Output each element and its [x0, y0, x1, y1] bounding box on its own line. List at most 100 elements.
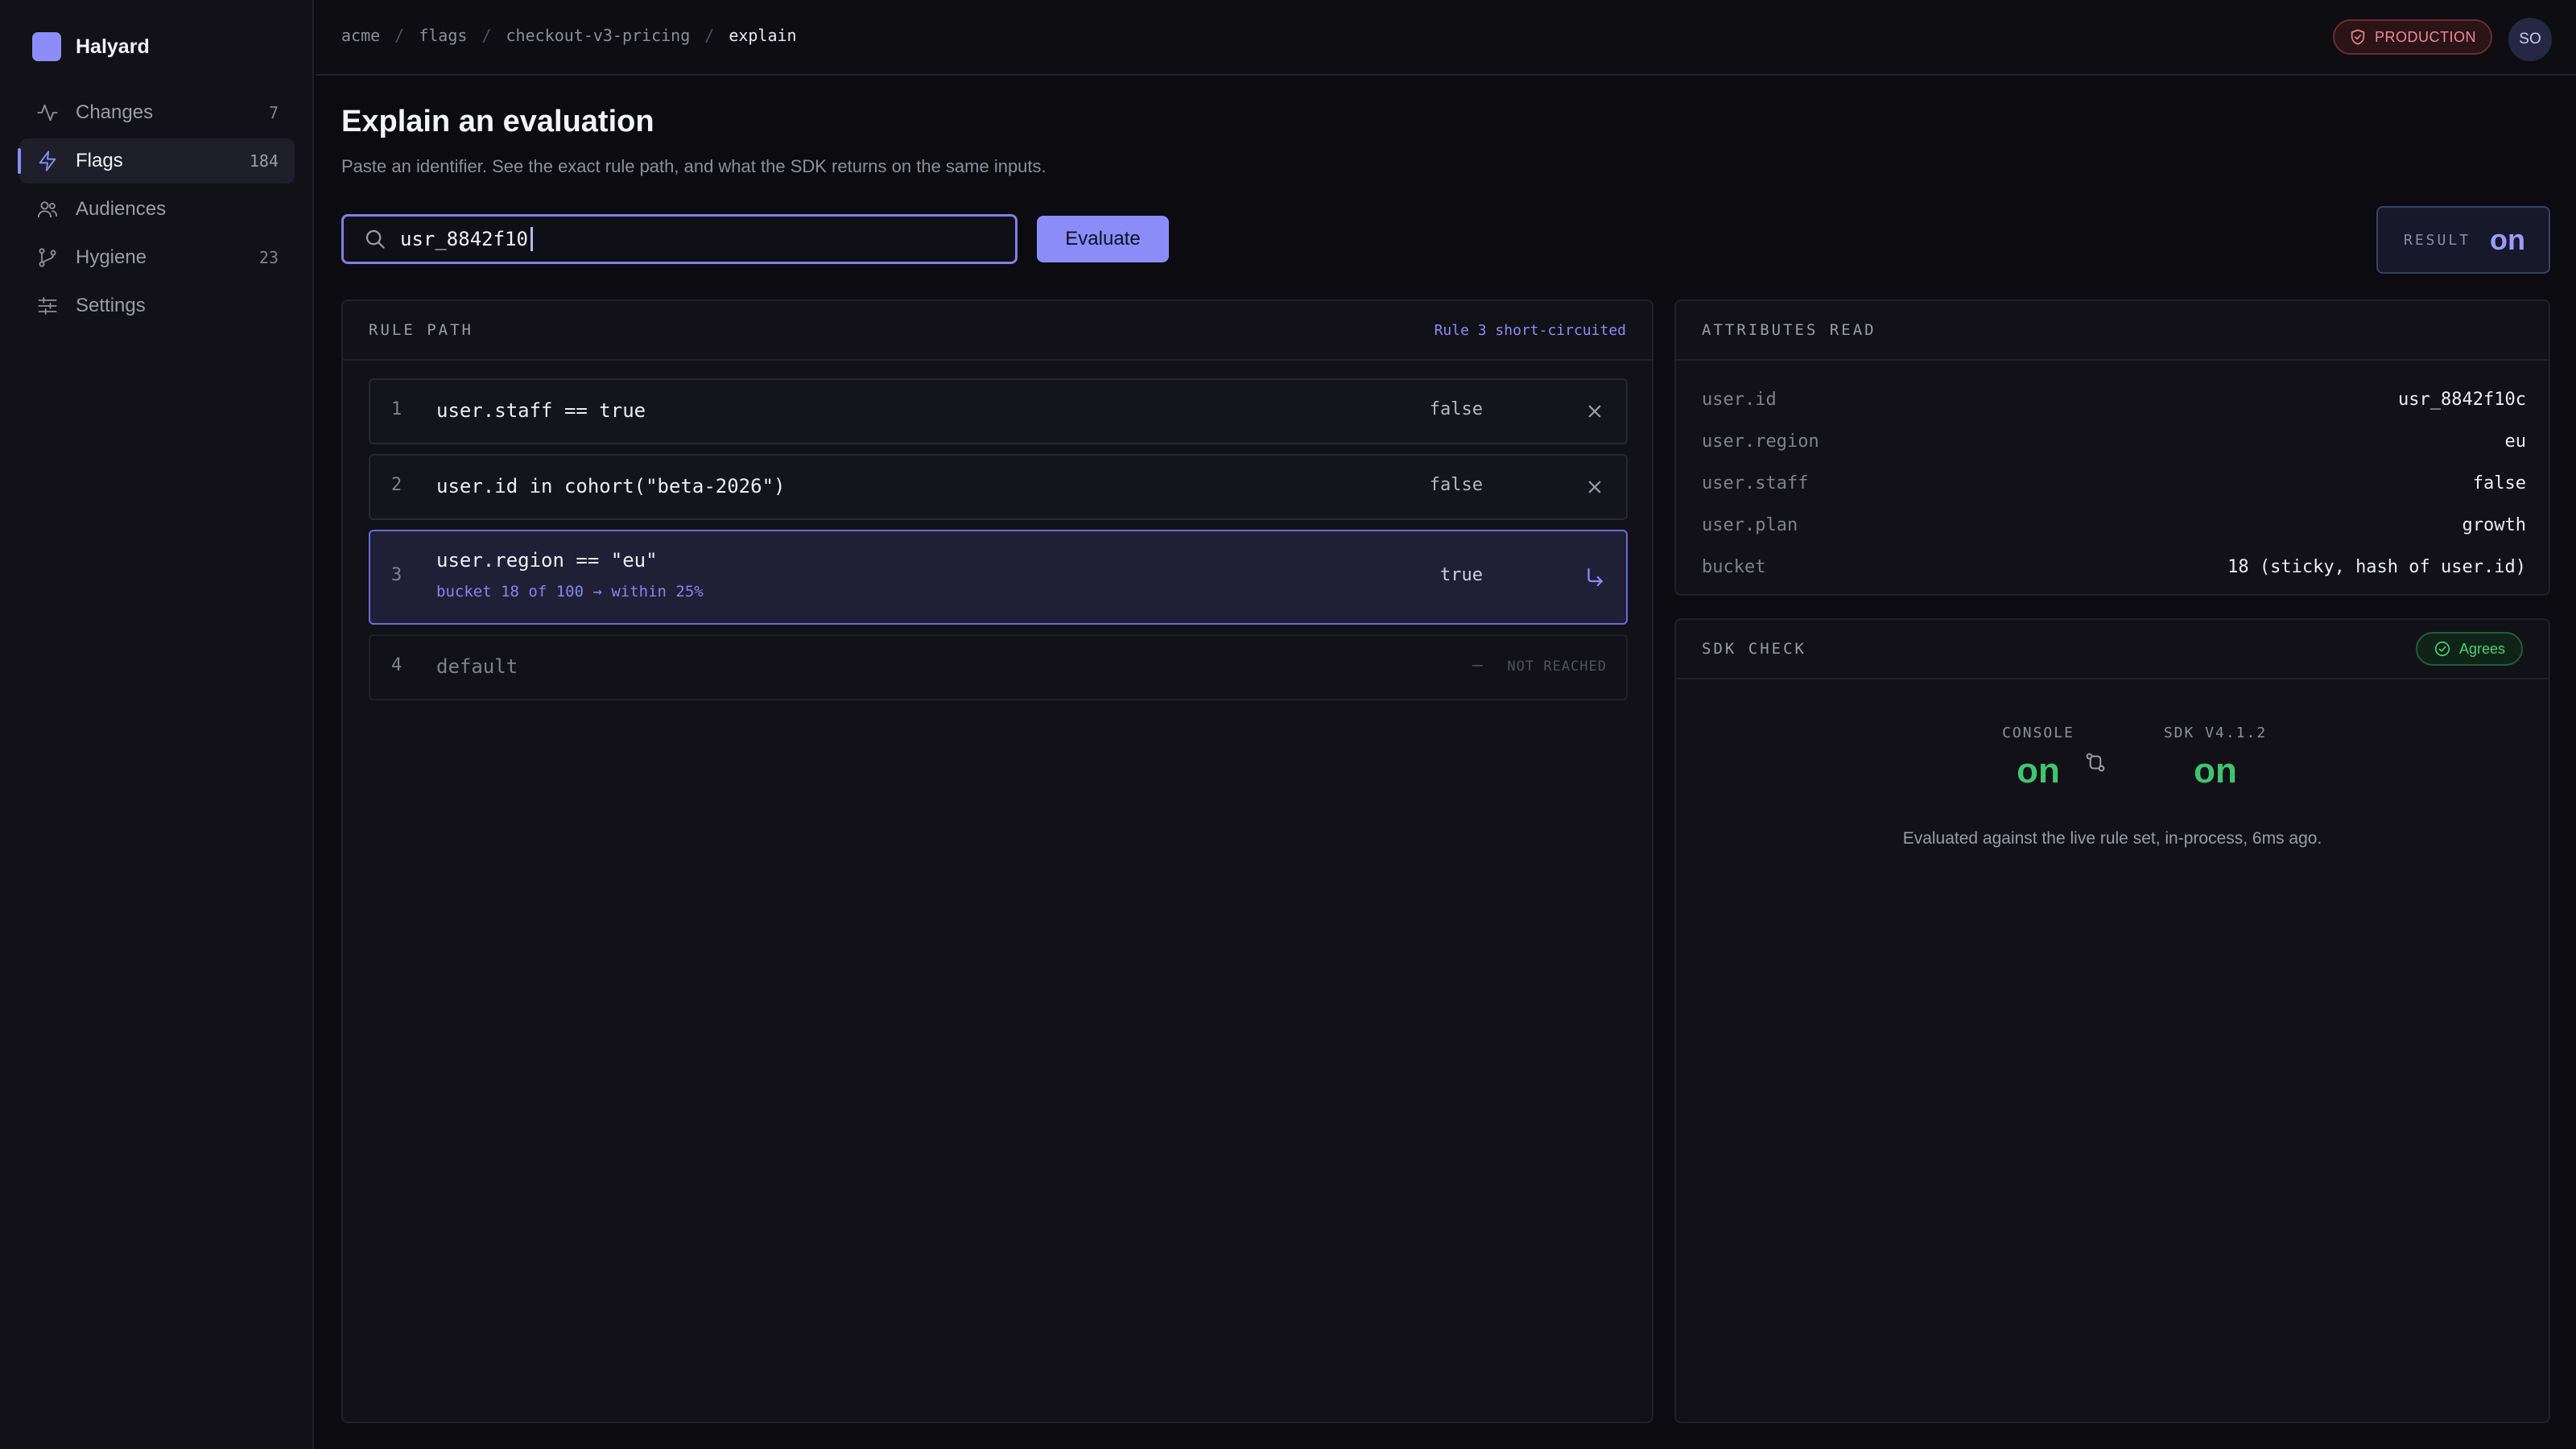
environment-badge[interactable]: PRODUCTION	[2333, 19, 2492, 55]
sidebar-item-count: 23	[258, 248, 279, 267]
rule-number: 3	[391, 565, 402, 585]
topbar: acme / flags / checkout-v3-pricing / exp…	[316, 0, 2576, 76]
sidebar-item-label: Changes	[76, 101, 154, 123]
check-circle-icon	[2434, 641, 2450, 657]
sidebar-item-count: 184	[249, 151, 279, 171]
short-circuit-note: Rule 3 short-circuited	[1434, 321, 1626, 339]
rule-row-matched[interactable]: 3 user.region == "eu" bucket 18 of 100 →…	[369, 530, 1628, 625]
not-reached-label: NOT REACHED	[1507, 658, 1607, 675]
attribute-list: user.id usr_8842f10c user.region eu user…	[1702, 378, 2526, 588]
rule-expression: user.id in cohort("beta-2026")	[436, 475, 786, 497]
sidebar-item-changes[interactable]: Changes 7	[19, 90, 295, 135]
activity-icon	[35, 101, 60, 125]
breadcrumb-flags[interactable]: flags	[419, 26, 467, 45]
sidebar-item-settings[interactable]: Settings	[19, 283, 295, 328]
identifier-input[interactable]	[400, 228, 529, 250]
evaluate-button[interactable]: Evaluate	[1037, 216, 1169, 262]
sidebar: Halyard Changes 7 Flags 184 Audiences Hy…	[0, 0, 314, 1449]
shield-icon	[2351, 29, 2365, 45]
sdk-version-label: SDK V4.1.2	[2163, 724, 2268, 741]
rule-result: —	[1472, 655, 1483, 675]
sidebar-item-hygiene[interactable]: Hygiene 23	[19, 235, 295, 280]
sdk-check-panel: SDK CHECK Agrees CONSOLE on SDK V4.1.2 o…	[1674, 618, 2550, 1423]
attribute-row: user.id usr_8842f10c	[1702, 378, 2526, 420]
attribute-key: bucket	[1702, 556, 1766, 577]
x-icon	[1583, 399, 1607, 423]
attributes-header: ATTRIBUTES READ	[1676, 301, 2549, 361]
attribute-key: user.id	[1702, 389, 1777, 410]
rule-number: 2	[391, 475, 402, 495]
sidebar-item-flags[interactable]: Flags 184	[18, 138, 295, 184]
rule-number: 4	[391, 655, 402, 675]
sidebar-item-label: Flags	[76, 150, 123, 171]
panel-title: SDK CHECK	[1702, 640, 1806, 658]
search-icon	[365, 229, 385, 249]
rule-list: 1 user.staff == true false 2 user.id in …	[369, 378, 1628, 710]
breadcrumb-org[interactable]: acme	[341, 26, 380, 45]
attribute-value: usr_8842f10c	[2398, 389, 2526, 410]
page-title: Explain an evaluation	[341, 105, 654, 138]
x-icon	[1583, 475, 1607, 499]
agrees-badge: Agrees	[2415, 632, 2523, 666]
breadcrumb-separator: /	[481, 26, 492, 45]
rule-result: false	[1429, 475, 1483, 495]
sidebar-item-label: Settings	[76, 295, 146, 316]
sidebar-item-label: Hygiene	[76, 246, 147, 268]
sdk-result: SDK V4.1.2 on	[2135, 724, 2296, 791]
rule-row[interactable]: 2 user.id in cohort("beta-2026") false	[369, 454, 1628, 520]
sidebar-nav: Changes 7 Flags 184 Audiences Hygiene 23	[18, 90, 295, 332]
rule-expression: user.staff == true	[436, 399, 646, 422]
users-icon	[35, 197, 60, 221]
rule-number: 1	[391, 399, 402, 419]
attribute-row: user.staff false	[1702, 462, 2526, 504]
sdk-check-header: SDK CHECK Agrees	[1676, 620, 2549, 679]
breadcrumb: acme / flags / checkout-v3-pricing / exp…	[341, 26, 797, 45]
panel-title: RULE PATH	[369, 321, 473, 339]
breadcrumb-flag[interactable]: checkout-v3-pricing	[506, 26, 690, 45]
sidebar-item-label: Audiences	[76, 198, 167, 220]
result-label: RESULT	[2404, 231, 2471, 249]
result-value: on	[2490, 223, 2526, 256]
attribute-value: 18 (sticky, hash of user.id)	[2227, 556, 2526, 577]
page-subtitle: Paste an identifier. See the exact rule …	[341, 156, 1046, 176]
identifier-search[interactable]	[341, 214, 1018, 264]
panel-title: ATTRIBUTES READ	[1702, 321, 1876, 339]
attribute-key: user.plan	[1702, 514, 1798, 535]
attribute-value: false	[2472, 473, 2526, 493]
attribute-value: eu	[2504, 431, 2527, 452]
text-caret	[530, 227, 533, 251]
rule-result: false	[1429, 399, 1483, 419]
rule-expression: user.region == "eu"	[436, 549, 658, 572]
branch-icon	[35, 246, 60, 270]
sidebar-item-audiences[interactable]: Audiences	[19, 187, 295, 232]
rule-expression: default	[436, 655, 518, 678]
app-name: Halyard	[76, 35, 150, 58]
attribute-key: user.region	[1702, 431, 1819, 452]
attribute-key: user.staff	[1702, 473, 1809, 493]
breadcrumb-separator: /	[394, 26, 405, 45]
rule-path-header: RULE PATH Rule 3 short-circuited	[343, 301, 1652, 361]
app-logo	[32, 32, 61, 61]
attribute-row: user.region eu	[1702, 420, 2526, 462]
sidebar-item-count: 7	[268, 103, 279, 122]
attribute-row: user.plan growth	[1702, 504, 2526, 546]
result-summary: RESULT on	[2376, 206, 2550, 274]
console-label: CONSOLE	[2002, 724, 2074, 741]
rule-bucket-detail: bucket 18 of 100 → within 25%	[436, 583, 704, 601]
compare-icon	[2083, 750, 2107, 774]
return-arrow-icon	[1583, 565, 1607, 589]
rule-row-default[interactable]: 4 default — NOT REACHED	[369, 634, 1628, 700]
bolt-icon	[35, 149, 60, 173]
breadcrumb-separator: /	[704, 26, 715, 45]
attributes-panel: ATTRIBUTES READ user.id usr_8842f10c use…	[1674, 299, 2550, 596]
sdk-value: on	[2194, 751, 2237, 791]
agrees-label: Agrees	[2458, 640, 2505, 657]
rule-row[interactable]: 1 user.staff == true false	[369, 378, 1628, 444]
rule-path-panel: RULE PATH Rule 3 short-circuited 1 user.…	[341, 299, 1653, 1423]
avatar[interactable]: SO	[2508, 18, 2552, 61]
attribute-row: bucket 18 (sticky, hash of user.id)	[1702, 546, 2526, 588]
attribute-value: growth	[2462, 514, 2526, 535]
breadcrumb-current: explain	[729, 26, 797, 45]
brand[interactable]: Halyard	[32, 31, 150, 63]
sliders-icon	[35, 294, 60, 318]
